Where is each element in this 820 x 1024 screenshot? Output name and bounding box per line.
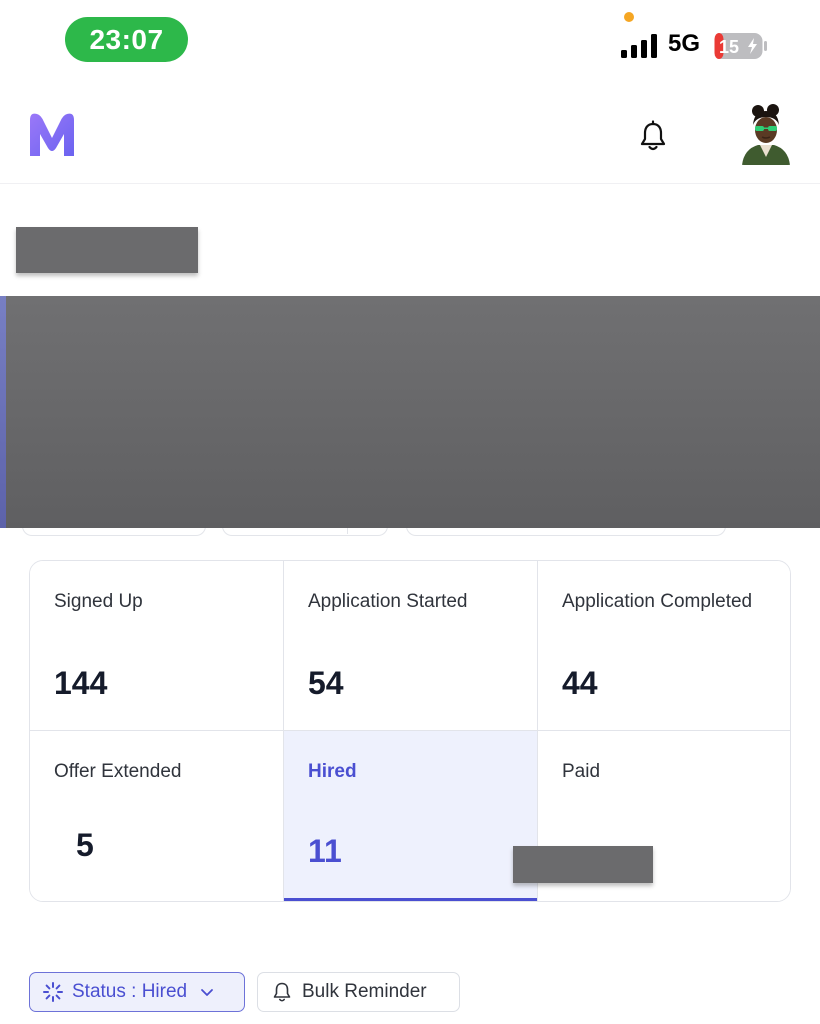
chevron-down-icon: [201, 989, 214, 996]
stat-value: 44: [562, 665, 598, 701]
redacted-content-block: [0, 296, 820, 528]
stat-card-signed-up[interactable]: Signed Up 144: [30, 561, 284, 731]
network-type: 5G: [668, 30, 701, 57]
stat-label: Application Started: [308, 591, 468, 612]
status-filter-dropdown[interactable]: Status : Hired: [29, 972, 245, 1012]
battery-level: 15: [719, 37, 739, 57]
notification-bell-icon[interactable]: [638, 120, 668, 152]
stats-grid: Signed Up 144 Application Started 54 App…: [29, 560, 791, 902]
bulk-reminder-label: Bulk Reminder: [302, 981, 427, 1002]
bulk-reminder-button[interactable]: Bulk Reminder: [257, 972, 460, 1012]
stat-value: 144: [54, 665, 108, 701]
stat-card-application-completed[interactable]: Application Completed 44: [538, 561, 790, 731]
stat-label: Offer Extended: [54, 761, 182, 782]
battery-icon: 15: [714, 33, 767, 59]
user-avatar[interactable]: [736, 103, 796, 165]
stat-card-application-started[interactable]: Application Started 54: [284, 561, 538, 731]
status-filter-label: Status : Hired: [72, 981, 188, 1002]
status-time: 23:07: [65, 17, 188, 62]
bell-icon: [273, 982, 291, 1002]
status-bar: 23:07 5G 15: [0, 0, 820, 80]
page: 23:07 5G 15 Signed Up 144 Application St…: [0, 0, 820, 1024]
stat-card-hired[interactable]: Hired 11: [284, 731, 538, 901]
stat-label: Paid: [562, 761, 601, 782]
signal-icon: [621, 34, 657, 58]
stat-card-offer-extended[interactable]: Offer Extended 5: [30, 731, 284, 901]
stat-value: 54: [308, 665, 344, 701]
stat-label: Application Completed: [562, 591, 753, 612]
stat-label: Signed Up: [54, 591, 143, 612]
stat-label: Hired: [308, 761, 357, 782]
stat-value: 11: [308, 833, 342, 869]
brand-logo[interactable]: [26, 110, 78, 160]
redacted-paid-value: [513, 846, 653, 883]
privacy-indicator-dot: [624, 12, 634, 22]
app-header: [0, 88, 820, 184]
stat-value: 5: [76, 827, 94, 863]
redacted-title: [16, 227, 198, 273]
loader-icon: [43, 982, 63, 1002]
